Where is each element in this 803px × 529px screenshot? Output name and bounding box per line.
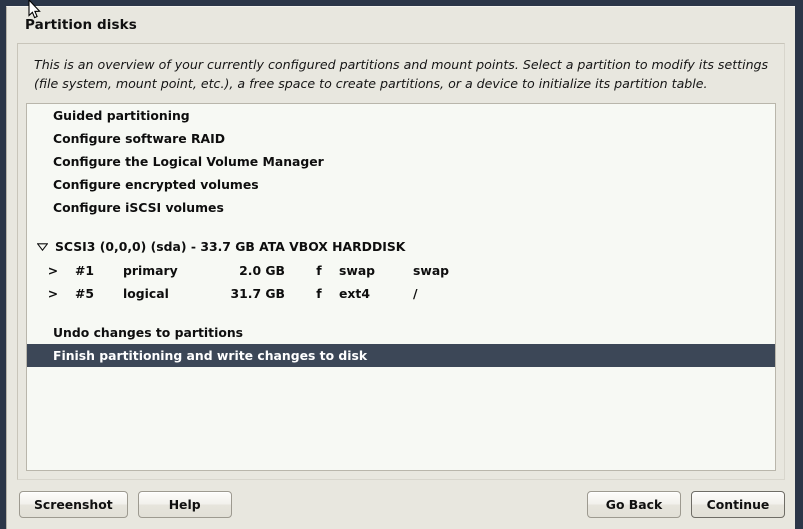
list-item-configure-lvm[interactable]: Configure the Logical Volume Manager xyxy=(27,150,775,173)
description-text: This is an overview of your currently co… xyxy=(26,54,776,103)
partition-number: #5 xyxy=(75,286,95,301)
partition-size: 31.7 GB xyxy=(230,286,286,301)
right-button-group: Go Back Continue xyxy=(587,491,785,518)
dialog-button-bar: Screenshot Help Go Back Continue xyxy=(7,480,795,529)
help-button[interactable]: Help xyxy=(137,491,232,518)
triangle-down-icon[interactable] xyxy=(33,243,51,251)
go-back-button[interactable]: Go Back xyxy=(587,491,681,518)
list-item-configure-iscsi-volumes[interactable]: Configure iSCSI volumes xyxy=(27,196,775,219)
partition-marker: > xyxy=(47,286,59,301)
partition-size: 2.0 GB xyxy=(239,263,285,278)
list-item-label: Finish partitioning and write changes to… xyxy=(53,348,368,363)
left-button-group: Screenshot Help xyxy=(19,491,232,518)
list-item-label: Configure software RAID xyxy=(53,131,225,146)
description-line-2: (file system, mount point, etc.), a free… xyxy=(34,76,708,91)
partition-type: primary xyxy=(123,263,178,278)
partition-list-panel[interactable]: Guided partitioning Configure software R… xyxy=(26,103,776,471)
list-item-label: Guided partitioning xyxy=(53,108,190,123)
list-item-configure-encrypted-volumes[interactable]: Configure encrypted volumes xyxy=(27,173,775,196)
table-row[interactable]: > #5 logical 31.7 GB f ext4 / xyxy=(27,282,775,305)
dialog-titlebar: Partition disks xyxy=(7,7,795,43)
partition-mountpoint: / xyxy=(413,286,418,301)
continue-button[interactable]: Continue xyxy=(691,491,785,518)
partition-filesystem: swap xyxy=(339,263,376,278)
table-row[interactable]: > #1 primary 2.0 GB f swap swap xyxy=(27,259,775,282)
partition-number: #1 xyxy=(75,263,95,278)
description-line-1: This is an overview of your currently co… xyxy=(34,57,769,72)
list-item-device-sda[interactable]: SCSI3 (0,0,0) (sda) - 33.7 GB ATA VBOX H… xyxy=(27,235,775,259)
list-item-label: Configure encrypted volumes xyxy=(53,177,259,192)
list-item-label: Configure the Logical Volume Manager xyxy=(53,154,324,169)
installer-screen: Partition disks This is an overview of y… xyxy=(0,0,803,529)
partition-flag: f xyxy=(316,263,322,278)
list-item-guided-partitioning[interactable]: Guided partitioning xyxy=(27,104,775,127)
partition-type: logical xyxy=(123,286,169,301)
partition-marker: > xyxy=(47,263,59,278)
partition-mountpoint: swap xyxy=(413,263,450,278)
partition-filesystem: ext4 xyxy=(339,286,370,301)
list-item-configure-software-raid[interactable]: Configure software RAID xyxy=(27,127,775,150)
partition-disks-dialog: Partition disks This is an overview of y… xyxy=(6,6,795,529)
list-item-undo-changes[interactable]: Undo changes to partitions xyxy=(27,321,775,344)
dialog-content-frame: This is an overview of your currently co… xyxy=(17,43,785,480)
list-item-label: Configure iSCSI volumes xyxy=(53,200,224,215)
list-item-finish-partitioning[interactable]: Finish partitioning and write changes to… xyxy=(27,344,775,367)
screenshot-button[interactable]: Screenshot xyxy=(19,491,128,518)
list-item-label: Undo changes to partitions xyxy=(53,325,244,340)
device-label: SCSI3 (0,0,0) (sda) - 33.7 GB ATA VBOX H… xyxy=(55,239,406,254)
partition-flag: f xyxy=(316,286,322,301)
page-title: Partition disks xyxy=(25,17,137,33)
